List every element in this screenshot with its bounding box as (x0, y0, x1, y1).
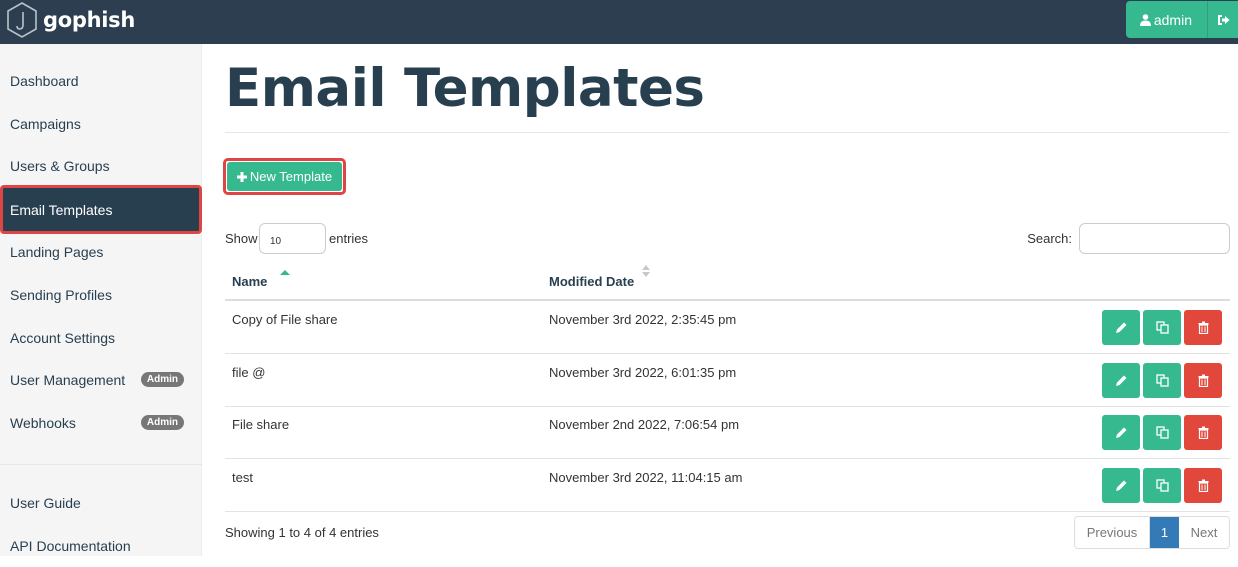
sidebar-item-label: Account Settings (10, 330, 116, 346)
hexagon-hook-logo-icon (7, 2, 37, 38)
user-icon (1139, 13, 1151, 26)
template-name: file @ (232, 365, 266, 380)
copy-button[interactable] (1143, 363, 1181, 398)
row-actions (1102, 310, 1222, 345)
column-header-name[interactable]: Name (232, 270, 290, 289)
sidebar-item-landing-pages[interactable]: Landing Pages (0, 231, 202, 273)
column-header-label: Name (232, 274, 268, 289)
sort-icon (641, 265, 651, 279)
sidebar-item-email-templates[interactable]: Email Templates (0, 185, 202, 234)
next-page-button[interactable]: Next (1179, 517, 1229, 548)
row-actions (1102, 468, 1222, 503)
sidebar-item-label: API Documentation (10, 538, 131, 554)
table-row: file @ November 3rd 2022, 6:01:35 pm (225, 354, 1230, 407)
brand-name: gophish (43, 8, 135, 32)
modified-date: November 3rd 2022, 2:35:45 pm (549, 312, 737, 327)
search-label: Search: (1027, 231, 1072, 246)
sign-out-icon (1217, 14, 1229, 25)
copy-icon (1155, 374, 1169, 387)
new-template-highlight: New Template (223, 158, 346, 195)
admin-badge: Admin (140, 415, 184, 430)
sidebar-item-label: Webhooks (10, 415, 76, 431)
sidebar: Dashboard Campaigns Users & Groups Email… (0, 44, 202, 556)
sort-ascending-icon (280, 270, 290, 275)
delete-button[interactable] (1184, 415, 1222, 450)
template-name: test (232, 470, 253, 485)
sidebar-item-label: Landing Pages (10, 244, 104, 260)
sidebar-item-user-management[interactable]: User Management Admin (0, 359, 202, 401)
edit-button[interactable] (1102, 415, 1140, 450)
logout-button[interactable] (1208, 1, 1238, 38)
edit-button[interactable] (1102, 363, 1140, 398)
trash-icon (1198, 374, 1208, 387)
row-actions (1102, 415, 1222, 450)
row-actions (1102, 363, 1222, 398)
edit-button[interactable] (1102, 310, 1140, 345)
sidebar-item-account-settings[interactable]: Account Settings (0, 317, 202, 359)
plus-icon (236, 171, 247, 182)
trash-icon (1198, 426, 1208, 439)
new-template-button[interactable]: New Template (227, 162, 342, 191)
column-header-modified-date[interactable]: Modified Date (549, 265, 650, 289)
title-divider (225, 132, 1230, 133)
template-name: Copy of File share (232, 312, 338, 327)
user-button-group: admin (1125, 1, 1238, 38)
table-row: File share November 2nd 2022, 7:06:54 pm (225, 406, 1230, 459)
sidebar-item-label: Campaigns (10, 116, 81, 132)
sidebar-item-sending-profiles[interactable]: Sending Profiles (0, 274, 202, 316)
trash-icon (1198, 321, 1208, 334)
page-length-value: 10 (270, 236, 282, 247)
entries-label: entries (329, 231, 369, 246)
sidebar-item-label: Email Templates (10, 201, 113, 218)
sidebar-item-label: User Management (10, 372, 126, 388)
copy-button[interactable] (1143, 415, 1181, 450)
sidebar-item-webhooks[interactable]: Webhooks Admin (0, 402, 202, 444)
copy-button[interactable] (1143, 310, 1181, 345)
template-name: File share (232, 417, 290, 432)
sidebar-item-dashboard[interactable]: Dashboard (0, 60, 202, 102)
sidebar-item-campaigns[interactable]: Campaigns (0, 103, 202, 145)
page-1-button[interactable]: 1 (1150, 517, 1179, 548)
sidebar-item-label: Users & Groups (10, 158, 110, 174)
top-navbar: gophish admin (0, 0, 1238, 44)
modified-date: November 2nd 2022, 7:06:54 pm (549, 417, 740, 432)
trash-icon (1198, 479, 1208, 492)
brand-logo-link[interactable]: gophish (6, 2, 135, 38)
pencil-icon (1115, 375, 1126, 386)
new-template-label: New Template (249, 169, 333, 184)
sidebar-item-users-groups[interactable]: Users & Groups (0, 145, 202, 187)
table-row: Copy of File share November 3rd 2022, 2:… (225, 301, 1230, 354)
page-length-select[interactable]: 10 (259, 223, 326, 254)
pagination: Previous 1 Next (1074, 516, 1230, 549)
delete-button[interactable] (1184, 468, 1222, 503)
sidebar-item-api-documentation[interactable]: API Documentation (0, 525, 202, 567)
copy-button[interactable] (1143, 468, 1181, 503)
modified-date: November 3rd 2022, 11:04:15 am (549, 470, 743, 485)
pencil-icon (1115, 427, 1126, 438)
user-menu-button[interactable]: admin (1125, 1, 1208, 38)
copy-icon (1155, 321, 1169, 334)
copy-icon (1155, 426, 1169, 439)
pencil-icon (1115, 322, 1126, 333)
copy-icon (1155, 479, 1169, 492)
sidebar-divider (0, 464, 202, 465)
column-header-label: Modified Date (549, 274, 635, 289)
edit-button[interactable] (1102, 468, 1140, 503)
sidebar-item-user-guide[interactable]: User Guide (0, 482, 202, 524)
delete-button[interactable] (1184, 310, 1222, 345)
delete-button[interactable] (1184, 363, 1222, 398)
previous-page-button[interactable]: Previous (1075, 517, 1150, 548)
modified-date: November 3rd 2022, 6:01:35 pm (549, 365, 737, 380)
show-label: Show (225, 231, 258, 246)
page-title: Email Templates (225, 58, 705, 119)
table-row: test November 3rd 2022, 11:04:15 am (225, 459, 1230, 512)
sidebar-item-label: User Guide (10, 495, 81, 511)
search-input[interactable] (1079, 223, 1230, 254)
pencil-icon (1115, 480, 1126, 491)
admin-badge: Admin (140, 372, 184, 387)
user-name: admin (1153, 11, 1192, 28)
sidebar-item-label: Dashboard (10, 73, 79, 89)
table-info: Showing 1 to 4 of 4 entries (225, 525, 379, 540)
sidebar-item-label: Sending Profiles (10, 287, 112, 303)
